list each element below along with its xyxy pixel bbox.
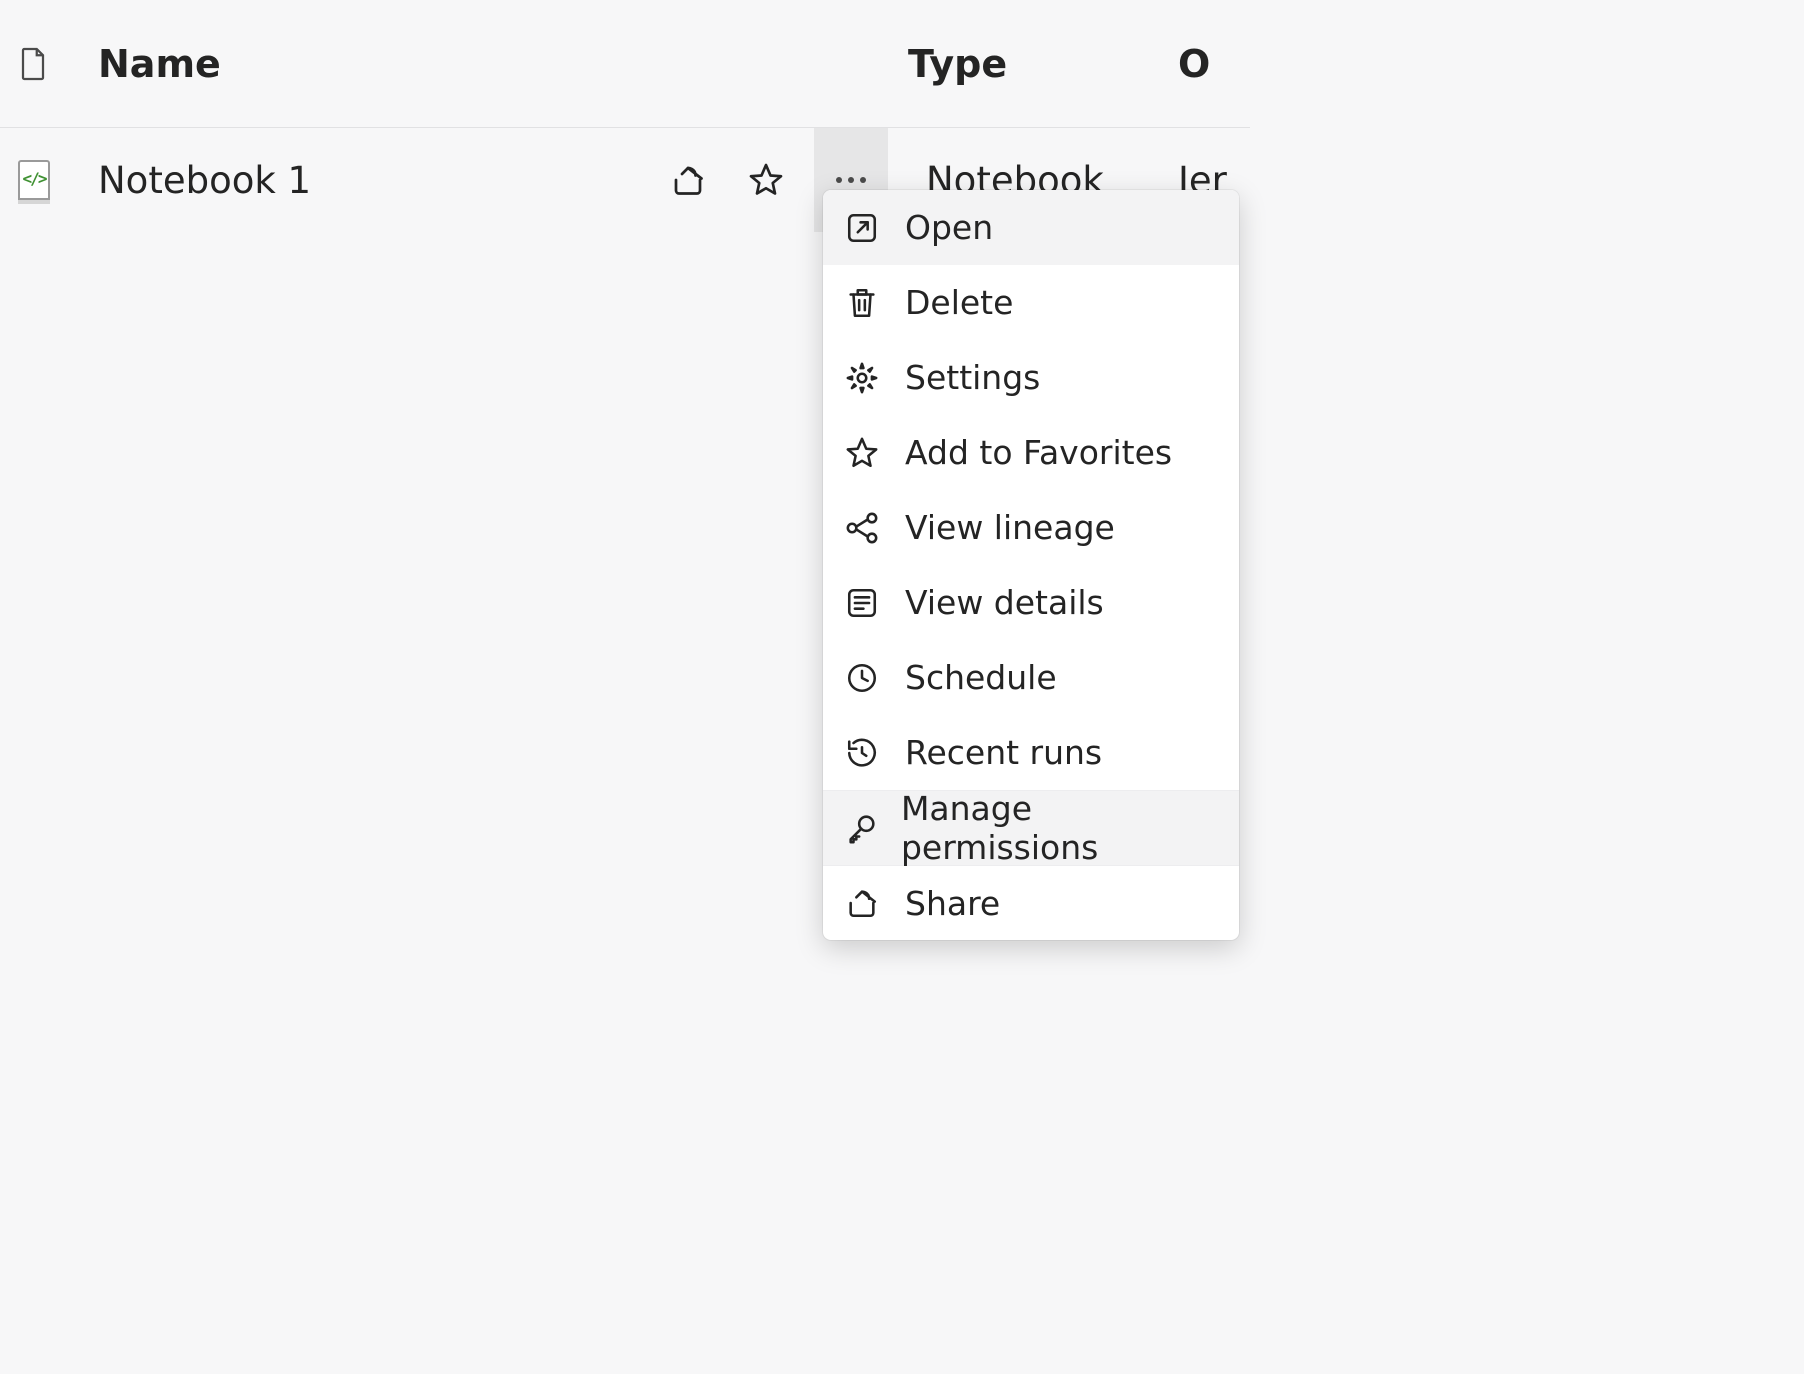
menu-item-open[interactable]: Open [823, 190, 1239, 265]
menu-item-share[interactable]: Share [823, 865, 1239, 940]
trash-icon [845, 286, 905, 320]
column-header-type[interactable]: Type [908, 42, 1178, 86]
menu-label: Delete [905, 283, 1013, 322]
menu-label: Schedule [905, 658, 1057, 697]
menu-label: Recent runs [905, 733, 1102, 772]
menu-label: Manage permissions [901, 789, 1217, 867]
notebook-icon: </> [18, 160, 50, 200]
menu-item-settings[interactable]: Settings [823, 340, 1239, 415]
details-icon [845, 586, 905, 620]
menu-label: View details [905, 583, 1104, 622]
menu-label: Add to Favorites [905, 433, 1172, 472]
menu-label: Open [905, 208, 993, 247]
menu-label: View lineage [905, 508, 1115, 547]
menu-item-lineage[interactable]: View lineage [823, 490, 1239, 565]
history-icon [845, 736, 905, 770]
menu-label: Settings [905, 358, 1040, 397]
row-icon-cell: </> [12, 160, 98, 200]
column-header-name[interactable]: Name [98, 42, 908, 86]
menu-label: Share [905, 884, 1000, 923]
document-icon [18, 46, 48, 82]
menu-item-permissions[interactable]: Manage permissions [823, 790, 1239, 865]
star-icon [748, 162, 784, 198]
context-menu: Open Delete Settings Ad [823, 190, 1239, 940]
row-name[interactable]: Notebook 1 [98, 159, 658, 202]
lineage-icon [845, 511, 905, 545]
clock-icon [845, 661, 905, 695]
more-icon [834, 176, 868, 184]
star-icon [845, 436, 905, 470]
key-icon [845, 811, 901, 845]
menu-item-details[interactable]: View details [823, 565, 1239, 640]
share-icon [845, 886, 905, 920]
column-header-extra[interactable]: O [1178, 42, 1238, 86]
table-header: Name Type O [0, 0, 1250, 128]
open-icon [845, 211, 905, 245]
share-button[interactable] [658, 150, 718, 210]
share-icon [670, 162, 706, 198]
menu-item-schedule[interactable]: Schedule [823, 640, 1239, 715]
column-header-icon [12, 46, 98, 82]
menu-item-favorite[interactable]: Add to Favorites [823, 415, 1239, 490]
gear-icon [845, 361, 905, 395]
menu-item-delete[interactable]: Delete [823, 265, 1239, 340]
menu-item-recent-runs[interactable]: Recent runs [823, 715, 1239, 790]
favorite-button[interactable] [736, 150, 796, 210]
